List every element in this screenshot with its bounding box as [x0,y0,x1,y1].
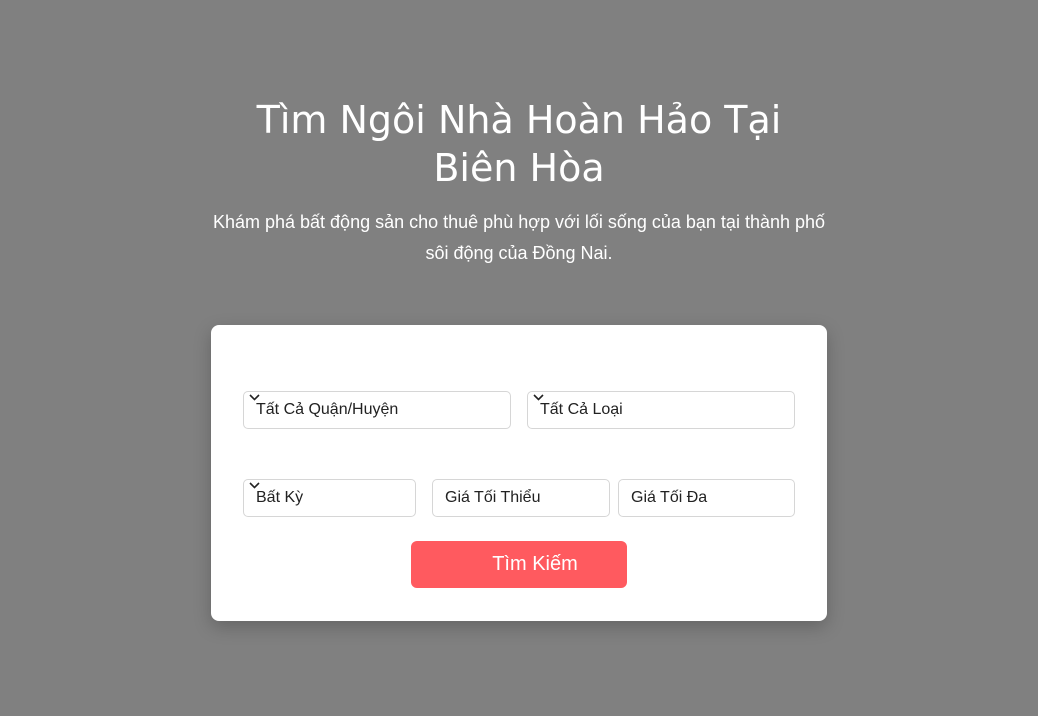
property-type-select[interactable]: Tất Cả Loại [527,391,795,429]
bedrooms-select-value: Bất Kỳ [256,489,304,506]
page-subtitle: Khám phá bất động sản cho thuê phù hợp v… [212,212,826,263]
search-button[interactable]: Tìm Kiếm [411,541,627,588]
page-title: Tìm Ngôi Nhà Hoàn Hảo Tại Biên Hòa [256,98,782,190]
min-price-input[interactable] [433,480,609,516]
district-select[interactable]: Tất Cả Quận/Huyện [243,391,511,429]
max-price-field [618,479,795,517]
search-form: Tất Cả Quận/Huyện Tất Cả Loại Bất Kỳ Tìm… [211,325,827,621]
property-type-select-value: Tất Cả Loại [540,401,623,418]
bedrooms-select[interactable]: Bất Kỳ [243,479,416,517]
hero-section: Tìm Ngôi Nhà Hoàn Hảo Tại Biên Hòa Khám … [0,0,1038,716]
max-price-input[interactable] [619,480,794,516]
district-select-value: Tất Cả Quận/Huyện [256,401,399,418]
min-price-field [432,479,610,517]
